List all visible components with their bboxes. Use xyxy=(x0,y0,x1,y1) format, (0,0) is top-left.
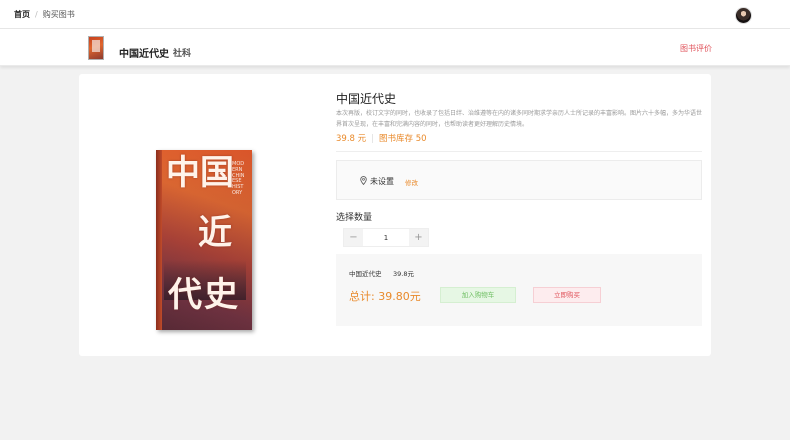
cover-english-title: MODERN CHINESE HISTORY xyxy=(232,161,245,196)
address-box: 未设置 修改 xyxy=(336,160,702,200)
book-review-link[interactable]: 图书评价 xyxy=(680,43,712,54)
address-value: 未设置 xyxy=(370,177,394,186)
summary-item-name: 中国近代史 xyxy=(349,270,382,278)
book-stock: 图书库存 50 xyxy=(379,134,427,144)
quantity-stepper: − + xyxy=(343,228,429,247)
header-category: 社科 xyxy=(173,49,192,59)
decrease-quantity-button[interactable]: − xyxy=(344,229,363,246)
total-price: 总计: 39.80元 xyxy=(349,290,421,303)
user-avatar[interactable] xyxy=(735,7,752,24)
breadcrumb: 首页 / 购买图书 xyxy=(14,9,75,20)
cover-char: 近 xyxy=(198,213,232,253)
header-book-title: 中国近代史 xyxy=(119,49,169,60)
book-price: 39.8 元 xyxy=(336,134,367,144)
price-separator: | xyxy=(371,134,375,144)
buy-now-button[interactable]: 立即购买 xyxy=(533,287,601,303)
divider xyxy=(336,151,702,152)
edit-address-link[interactable]: 修改 xyxy=(405,177,418,187)
quantity-input[interactable] xyxy=(363,229,409,246)
order-summary: 中国近代史 39.8元 总计: 39.80元 加入购物车 立即购买 xyxy=(336,254,702,326)
book-description: 本次再版，校订文字的同时，也收录了包括日绊、治维遵等在内的诸多同时期求学亲历人士… xyxy=(336,110,703,128)
quantity-label: 选择数量 xyxy=(336,213,373,223)
breadcrumb-home[interactable]: 首页 xyxy=(14,10,30,19)
cover-char: 史 xyxy=(204,275,238,315)
book-title: 中国近代史 xyxy=(336,92,397,106)
add-to-cart-button[interactable]: 加入购物车 xyxy=(440,287,516,303)
book-thumbnail xyxy=(88,36,104,60)
summary-item-price: 39.8元 xyxy=(393,270,414,278)
increase-quantity-button[interactable]: + xyxy=(409,229,428,246)
book-header: 中国近代史 社科 图书评价 xyxy=(0,29,790,66)
cover-char: 代 xyxy=(168,275,202,315)
cover-char: 中 xyxy=(166,153,200,193)
book-cover-image: 中 国 近 代 史 MODERN CHINESE HISTORY xyxy=(156,150,252,330)
breadcrumb-current: 购买图书 xyxy=(42,10,75,19)
cover-char: 国 xyxy=(200,153,234,193)
location-pin-icon xyxy=(360,176,367,185)
breadcrumb-separator: / xyxy=(35,10,38,19)
price-stock-row: 39.8 元 | 图书库存 50 xyxy=(336,132,427,144)
top-bar: 首页 / 购买图书 xyxy=(0,0,790,29)
